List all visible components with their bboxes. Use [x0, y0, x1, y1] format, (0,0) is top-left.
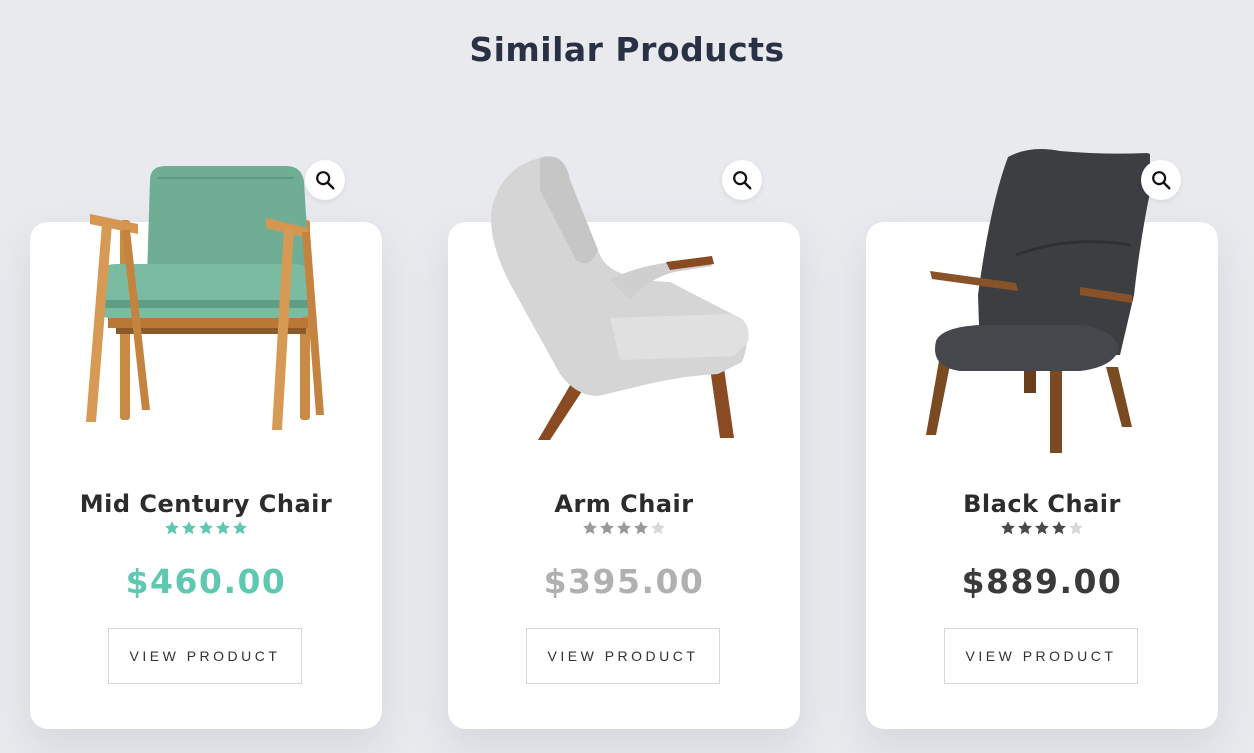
star-icon — [199, 521, 213, 535]
product-price: $395.00 — [543, 562, 705, 601]
product-price: $460.00 — [125, 562, 287, 601]
product-image-mid-century-chair[interactable] — [80, 160, 340, 435]
view-product-button[interactable]: VIEW PRODUCT — [944, 628, 1138, 684]
product-name: Black Chair — [963, 490, 1121, 518]
star-icon — [1001, 521, 1015, 535]
star-icon — [233, 521, 247, 535]
view-product-button[interactable]: VIEW PRODUCT — [108, 628, 302, 684]
view-product-button[interactable]: VIEW PRODUCT — [526, 628, 720, 684]
star-icon — [1069, 521, 1083, 535]
section-title: Similar Products — [469, 30, 785, 69]
rating-stars — [30, 520, 382, 536]
star-icon — [1018, 521, 1032, 535]
star-icon — [617, 521, 631, 535]
star-icon — [182, 521, 196, 535]
zoom-button[interactable] — [1141, 160, 1181, 200]
rating-stars — [866, 520, 1218, 536]
star-icon — [600, 521, 614, 535]
magnifier-icon — [733, 171, 752, 190]
star-icon — [216, 521, 230, 535]
star-icon — [651, 521, 665, 535]
star-icon — [583, 521, 597, 535]
product-image-black-chair[interactable] — [920, 145, 1150, 455]
magnifier-icon — [316, 171, 335, 190]
zoom-button[interactable] — [305, 160, 345, 200]
product-name: Arm Chair — [554, 490, 694, 518]
product-name: Mid Century Chair — [79, 490, 333, 518]
rating-stars — [448, 520, 800, 536]
magnifier-icon — [1152, 171, 1171, 190]
product-price: $889.00 — [961, 562, 1123, 601]
star-icon — [1035, 521, 1049, 535]
star-icon — [165, 521, 179, 535]
star-icon — [1052, 521, 1066, 535]
star-icon — [634, 521, 648, 535]
product-image-arm-chair[interactable] — [480, 150, 760, 445]
zoom-button[interactable] — [722, 160, 762, 200]
